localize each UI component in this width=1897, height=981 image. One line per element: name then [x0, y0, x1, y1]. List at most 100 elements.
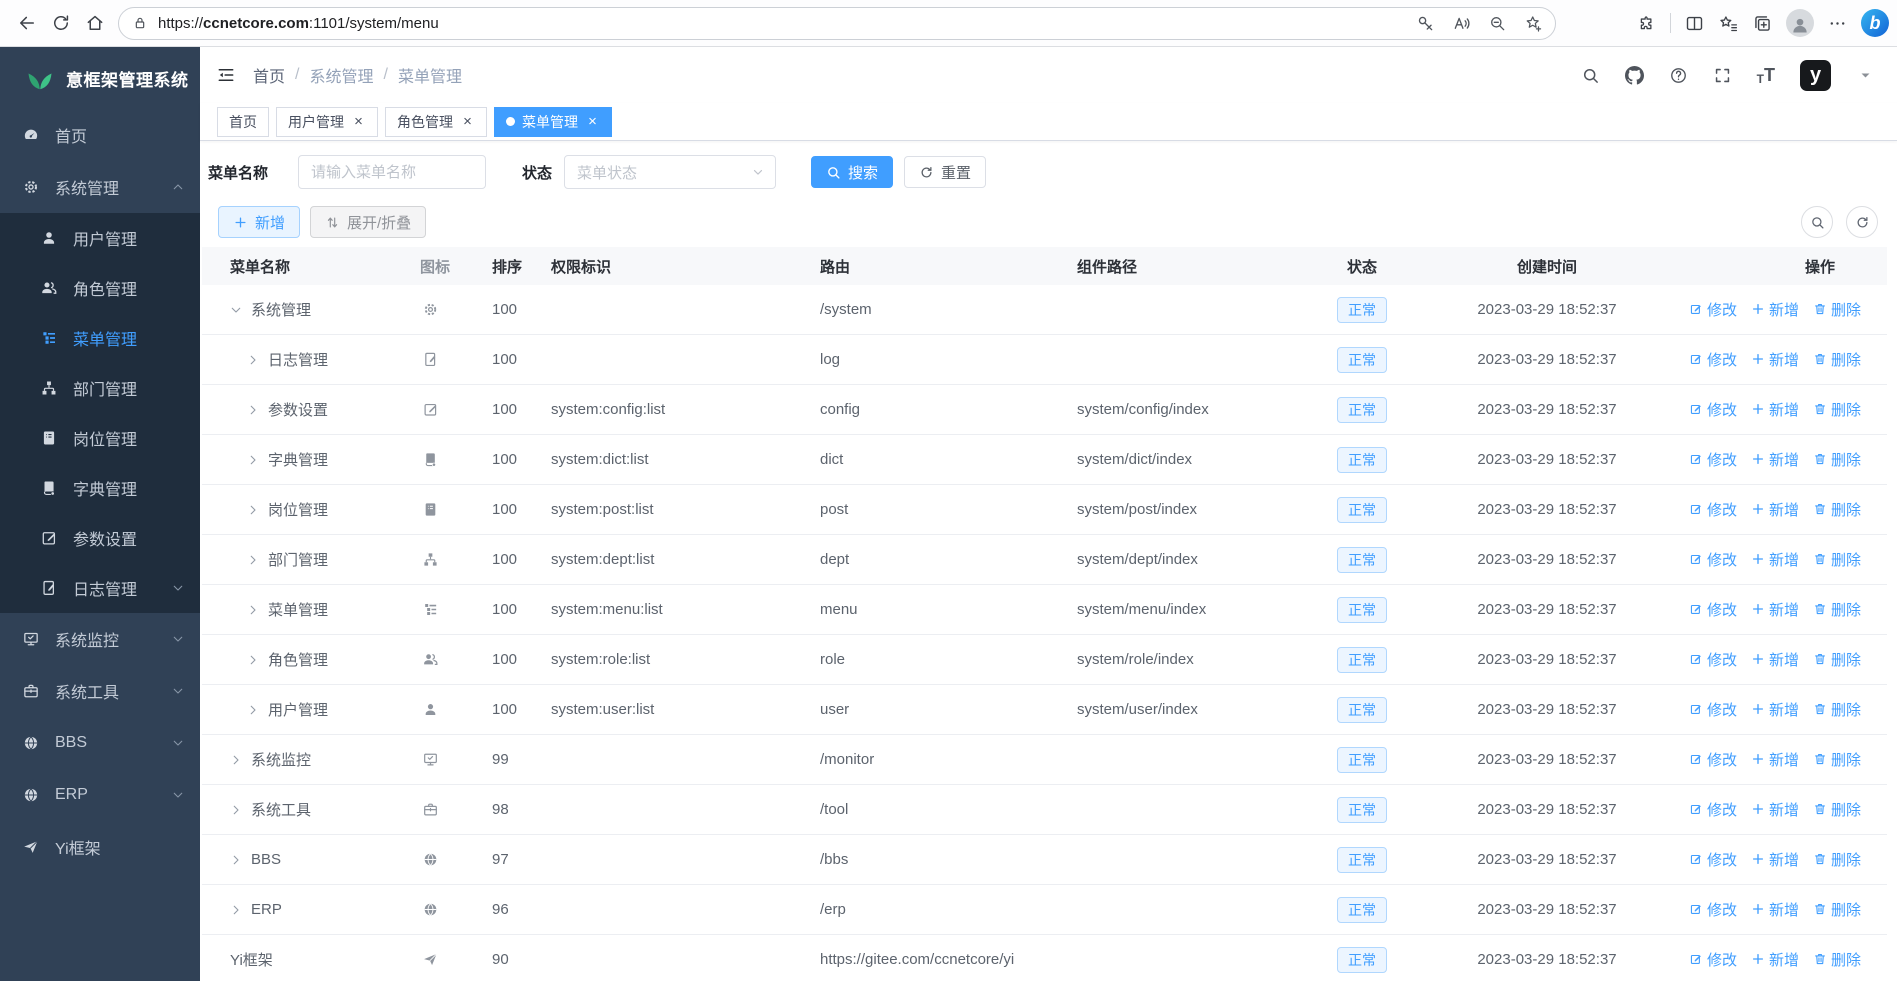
expand-right-icon[interactable]	[247, 404, 259, 416]
expand-right-icon[interactable]	[230, 754, 242, 766]
add-link[interactable]: 新增	[1751, 299, 1799, 320]
close-icon[interactable]: ×	[351, 114, 366, 129]
expand-down-icon[interactable]	[230, 304, 242, 316]
add-link[interactable]: 新增	[1751, 599, 1799, 620]
expand-right-icon[interactable]	[230, 804, 242, 816]
breadcrumb-item[interactable]: 菜单管理	[398, 63, 462, 87]
expand-right-icon[interactable]	[247, 654, 259, 666]
search-button[interactable]: 搜索	[811, 156, 894, 188]
delete-link[interactable]: 删除	[1813, 899, 1861, 920]
edit-link[interactable]: 修改	[1689, 899, 1737, 920]
delete-link[interactable]: 删除	[1813, 599, 1861, 620]
settings-more-icon[interactable]	[1827, 13, 1848, 34]
password-key-icon[interactable]	[1416, 14, 1435, 33]
edit-link[interactable]: 修改	[1689, 699, 1737, 720]
collections-icon[interactable]	[1752, 13, 1773, 34]
fullscreen-icon[interactable]	[1713, 66, 1732, 85]
delete-link[interactable]: 删除	[1813, 949, 1861, 970]
help-icon[interactable]	[1669, 66, 1688, 85]
delete-link[interactable]: 删除	[1813, 799, 1861, 820]
edit-link[interactable]: 修改	[1689, 849, 1737, 870]
bing-chat-icon[interactable]: b	[1861, 9, 1889, 37]
edit-link[interactable]: 修改	[1689, 449, 1737, 470]
sidebar-item-系统监控[interactable]: 系统监控	[0, 613, 200, 665]
sidebar-item-用户管理[interactable]: 用户管理	[0, 213, 200, 263]
expand-right-icon[interactable]	[247, 704, 259, 716]
add-favorite-star-icon[interactable]	[1524, 14, 1543, 33]
edit-link[interactable]: 修改	[1689, 749, 1737, 770]
expand-right-icon[interactable]	[247, 554, 259, 566]
edit-link[interactable]: 修改	[1689, 349, 1737, 370]
tab-用户管理[interactable]: 用户管理 ×	[276, 106, 378, 137]
add-link[interactable]: 新增	[1751, 649, 1799, 670]
browser-back-icon[interactable]	[10, 6, 44, 40]
sidebar-item-参数设置[interactable]: 参数设置	[0, 513, 200, 563]
github-icon[interactable]	[1624, 65, 1644, 85]
header-search-icon[interactable]	[1581, 66, 1600, 85]
status-select[interactable]: 菜单状态	[564, 155, 777, 189]
zoom-out-icon[interactable]	[1488, 14, 1507, 33]
edit-link[interactable]: 修改	[1689, 499, 1737, 520]
sidebar-item-BBS[interactable]: BBS	[0, 717, 200, 769]
browser-home-icon[interactable]	[78, 6, 112, 40]
close-icon[interactable]: ×	[585, 114, 600, 129]
url-bar[interactable]: https://ccnetcore.com:1101/system/menu	[118, 6, 1556, 40]
sidebar-item-ERP[interactable]: ERP	[0, 769, 200, 821]
edit-link[interactable]: 修改	[1689, 549, 1737, 570]
delete-link[interactable]: 删除	[1813, 349, 1861, 370]
sidebar-item-首页[interactable]: 首页	[0, 109, 200, 161]
expand-right-icon[interactable]	[247, 504, 259, 516]
breadcrumb-item[interactable]: 系统管理	[309, 63, 373, 87]
delete-link[interactable]: 删除	[1813, 649, 1861, 670]
avatar-caret-icon[interactable]	[1856, 66, 1875, 85]
add-link[interactable]: 新增	[1751, 499, 1799, 520]
add-link[interactable]: 新增	[1751, 799, 1799, 820]
add-link[interactable]: 新增	[1751, 849, 1799, 870]
tab-菜单管理[interactable]: 菜单管理 ×	[494, 106, 612, 137]
expand-collapse-button[interactable]: 展开/折叠	[310, 206, 427, 238]
sidebar-item-系统管理[interactable]: 系统管理	[0, 161, 200, 213]
sidebar-item-角色管理[interactable]: 角色管理	[0, 263, 200, 313]
delete-link[interactable]: 删除	[1813, 449, 1861, 470]
add-link[interactable]: 新增	[1751, 699, 1799, 720]
browser-essentials-icon[interactable]	[1636, 13, 1657, 34]
expand-right-icon[interactable]	[247, 354, 259, 366]
sidebar-item-部门管理[interactable]: 部门管理	[0, 363, 200, 413]
delete-link[interactable]: 删除	[1813, 399, 1861, 420]
tab-首页[interactable]: 首页	[217, 106, 269, 137]
add-link[interactable]: 新增	[1751, 749, 1799, 770]
expand-right-icon[interactable]	[247, 454, 259, 466]
add-link[interactable]: 新增	[1751, 399, 1799, 420]
delete-link[interactable]: 删除	[1813, 749, 1861, 770]
url-text[interactable]: https://ccnetcore.com:1101/system/menu	[158, 15, 439, 32]
edit-link[interactable]: 修改	[1689, 599, 1737, 620]
add-link[interactable]: 新增	[1751, 949, 1799, 970]
sidebar-item-字典管理[interactable]: 字典管理	[0, 463, 200, 513]
user-avatar[interactable]: y	[1800, 59, 1831, 91]
expand-right-icon[interactable]	[230, 854, 242, 866]
menu-name-input[interactable]	[298, 155, 487, 189]
sidebar-item-系统工具[interactable]: 系统工具	[0, 665, 200, 717]
show-search-button[interactable]	[1801, 206, 1833, 238]
tab-角色管理[interactable]: 角色管理 ×	[385, 106, 487, 137]
edit-link[interactable]: 修改	[1689, 799, 1737, 820]
refresh-table-button[interactable]	[1846, 206, 1878, 238]
delete-link[interactable]: 删除	[1813, 549, 1861, 570]
delete-link[interactable]: 删除	[1813, 699, 1861, 720]
read-aloud-icon[interactable]	[1452, 14, 1471, 33]
add-link[interactable]: 新增	[1751, 349, 1799, 370]
add-link[interactable]: 新增	[1751, 549, 1799, 570]
sidebar-item-日志管理[interactable]: 日志管理	[0, 563, 200, 613]
edit-link[interactable]: 修改	[1689, 299, 1737, 320]
close-icon[interactable]: ×	[460, 114, 475, 129]
add-link[interactable]: 新增	[1751, 899, 1799, 920]
add-link[interactable]: 新增	[1751, 449, 1799, 470]
delete-link[interactable]: 删除	[1813, 849, 1861, 870]
edit-link[interactable]: 修改	[1689, 399, 1737, 420]
sidebar-item-岗位管理[interactable]: 岗位管理	[0, 413, 200, 463]
expand-right-icon[interactable]	[230, 904, 242, 916]
edit-link[interactable]: 修改	[1689, 649, 1737, 670]
sidebar-item-菜单管理[interactable]: 菜单管理	[0, 313, 200, 363]
font-size-icon[interactable]: TT	[1757, 65, 1775, 86]
expand-right-icon[interactable]	[247, 604, 259, 616]
